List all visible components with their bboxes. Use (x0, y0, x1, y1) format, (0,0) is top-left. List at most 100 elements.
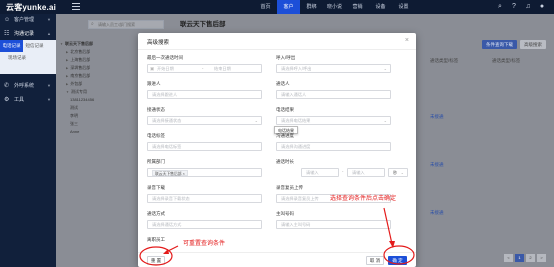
question-icon[interactable]: ? (510, 3, 518, 11)
tree-node[interactable]: ▶ 南京售后部 (60, 72, 110, 80)
call-result-select[interactable]: 请选择电话结果 ⌄ (276, 116, 391, 125)
tree-leaf[interactable]: Anne (60, 128, 110, 136)
nav-item-settings[interactable]: 设置 (392, 0, 415, 14)
department-select[interactable]: 联云天下售后部 × (147, 168, 262, 177)
recording-download-placeholder: 请选择录音下载状态 (152, 196, 190, 201)
caller-input[interactable]: 请输入通话人 (276, 90, 391, 99)
call-direction-placeholder: 请选择呼入/呼出 (281, 66, 312, 71)
tree-leaf[interactable]: 张三 (60, 120, 110, 128)
call-method-select[interactable]: 请选择通话方式 (147, 220, 262, 229)
tree-node[interactable]: ▼ 联云天下售后部 (60, 40, 110, 48)
call-direction-select[interactable]: 请选择呼入/呼出 ⌄ (276, 64, 391, 73)
connect-status-placeholder: 请选择接通状态 (152, 118, 182, 123)
resigned-employee-label: 离职员工 (147, 237, 165, 242)
duration-min-placeholder: 请输入 (306, 170, 319, 175)
status-link[interactable]: 未接通 (430, 162, 444, 168)
chevron-down-icon: ⌄ (400, 170, 404, 175)
start-date-placeholder: 开始日期 (157, 66, 174, 71)
duration-unit-value: 秒 (393, 170, 398, 175)
dialog-header: 高级搜索 × (138, 33, 416, 50)
prev-page-button[interactable]: < (504, 254, 513, 262)
caret-right-icon: ▶ (66, 82, 69, 86)
sidebar-item-label: 外呼系统 (14, 83, 35, 89)
confirm-button[interactable]: 确 定 (388, 256, 407, 265)
nav-item-customer[interactable]: 客户 (277, 0, 300, 14)
nav-item-home[interactable]: 首页 (254, 0, 277, 14)
call-duration-min-input[interactable]: 请输入 (301, 168, 339, 177)
call-duration-max-input[interactable]: 请输入 (347, 168, 385, 177)
sidebar: ☺ 客户管理 ▼ ☷ 沟通记录 ▲ 电话记录 短信记录 现场记录 ✆ 外呼系统 … (0, 14, 56, 267)
nav-item-group[interactable]: 群绑 (300, 0, 323, 14)
follower-label: 跟进人 (147, 81, 161, 86)
recording-download-select[interactable]: 请选择录音下载状态 (147, 194, 262, 203)
sidebar-item-customer[interactable]: ☺ 客户管理 ▼ (0, 14, 56, 26)
annotation-confirm-note: 选择查询条件后点击确定 (330, 196, 397, 202)
last-call-time-range[interactable]: ▣ 开始日期 - 结束日期 (147, 64, 262, 73)
tree-node[interactable]: ▶ 外包部 (60, 80, 110, 88)
call-tag-label: 电话标签 (147, 133, 165, 138)
org-search-input[interactable]: ⌕ 请输入员工/部门搜索 (88, 20, 164, 29)
follower-select[interactable]: 请选择跟进人 (147, 90, 262, 99)
comm-progress-select[interactable]: 请选择沟通进度 (276, 142, 391, 151)
reset-button[interactable]: 重 置 (147, 256, 165, 265)
page-button[interactable]: 2 (526, 254, 535, 262)
caret-right-icon: ▶ (66, 58, 69, 62)
sidebar-item-records[interactable]: ☷ 沟通记录 ▲ (0, 28, 56, 40)
record-icon: ☷ (4, 31, 10, 37)
tree-leaf[interactable]: 李明 (60, 112, 110, 120)
tree-leaf[interactable]: 13811234456 (60, 96, 110, 104)
sidebar-item-label: 沟通记录 (14, 31, 35, 37)
tree-node[interactable]: ▶ 深圳售后部 (60, 64, 110, 72)
bell-icon[interactable]: ♫ (524, 3, 532, 11)
tree-node-label: 李明 (70, 113, 78, 118)
chevron-down-icon: ⌄ (383, 66, 387, 71)
caret-right-icon: ▶ (66, 66, 69, 70)
comm-progress-label: 沟通进度 (276, 133, 294, 138)
caret-right-icon: ▶ (66, 74, 69, 78)
tree-leaf[interactable]: 测试 (60, 104, 110, 112)
nav-item-marketing[interactable]: 营销 (346, 0, 369, 14)
close-icon[interactable]: × (405, 37, 409, 45)
sub-item-onsite-records[interactable]: 现场记录 (0, 52, 56, 63)
call-tag-select[interactable]: 请选择电话标签 (147, 142, 262, 151)
caller-label: 通话人 (276, 81, 290, 86)
nav-item-novel[interactable]: 晓小说 (323, 0, 346, 14)
sub-tab-phone-records[interactable]: 电话记录 (0, 40, 23, 52)
menu-toggle-icon[interactable] (72, 3, 80, 11)
chevron-down-icon: ▼ (47, 97, 51, 102)
status-link[interactable]: 未接通 (430, 114, 444, 120)
tree-node-label: 联云天下售后部 (64, 41, 93, 46)
caller-number-input[interactable]: 请输入主叫号码 (276, 220, 391, 229)
column-header: 通话类型/标签 (492, 58, 521, 63)
duration-unit-select[interactable]: 秒 ⌄ (388, 168, 408, 177)
sidebar-item-tools[interactable]: ⚙ 工具 ▼ (0, 94, 56, 106)
department-chip[interactable]: 联云天下售后部 × (152, 169, 188, 176)
sub-tab-sms-records[interactable]: 短信记录 (23, 40, 46, 52)
tree-node[interactable]: ▶ 北京售后部 (60, 48, 110, 56)
close-icon[interactable]: × (183, 172, 185, 176)
tree-node-label: 北京售后部 (70, 49, 91, 54)
user-icon[interactable]: ● (538, 3, 546, 11)
conditional-download-button[interactable]: 条件查询下载 (482, 40, 517, 49)
connect-status-select[interactable]: 请选择接通状态 ⌄ (147, 116, 262, 125)
org-tree: ▼ 联云天下售后部 ▶ 北京售后部 ▶ 上海售后部 ▶ 深圳售后部 ▶ 南京售后部 ▶ 外包… (60, 40, 110, 136)
cancel-button[interactable]: 取 消 (366, 256, 384, 265)
tree-node[interactable]: ▼ 测试专用 (60, 88, 110, 96)
pagination: < 1 2 > (504, 254, 546, 262)
tree-node-label: 上海售后部 (70, 57, 91, 62)
department-label: 所属部门 (147, 159, 165, 164)
sidebar-item-outbound[interactable]: ✆ 外呼系统 ▼ (0, 80, 56, 92)
nav-item-device[interactable]: 设备 (369, 0, 392, 14)
search-icon[interactable]: ⌕ (496, 3, 504, 11)
tree-node-label: 测试 (70, 105, 78, 110)
tree-node-label: 外包部 (70, 81, 83, 86)
tree-node-label: 深圳售后部 (70, 65, 91, 70)
next-page-button[interactable]: > (537, 254, 546, 262)
page-button[interactable]: 1 (515, 254, 524, 262)
advanced-search-button[interactable]: 高级搜索 (520, 40, 546, 49)
status-link[interactable]: 未接通 (430, 210, 444, 216)
tree-node[interactable]: ▶ 上海售后部 (60, 56, 110, 64)
connect-status-label: 接通状态 (147, 107, 165, 112)
sidebar-item-label: 工具 (14, 97, 25, 103)
page-title: 联云天下售后部 (180, 21, 226, 28)
